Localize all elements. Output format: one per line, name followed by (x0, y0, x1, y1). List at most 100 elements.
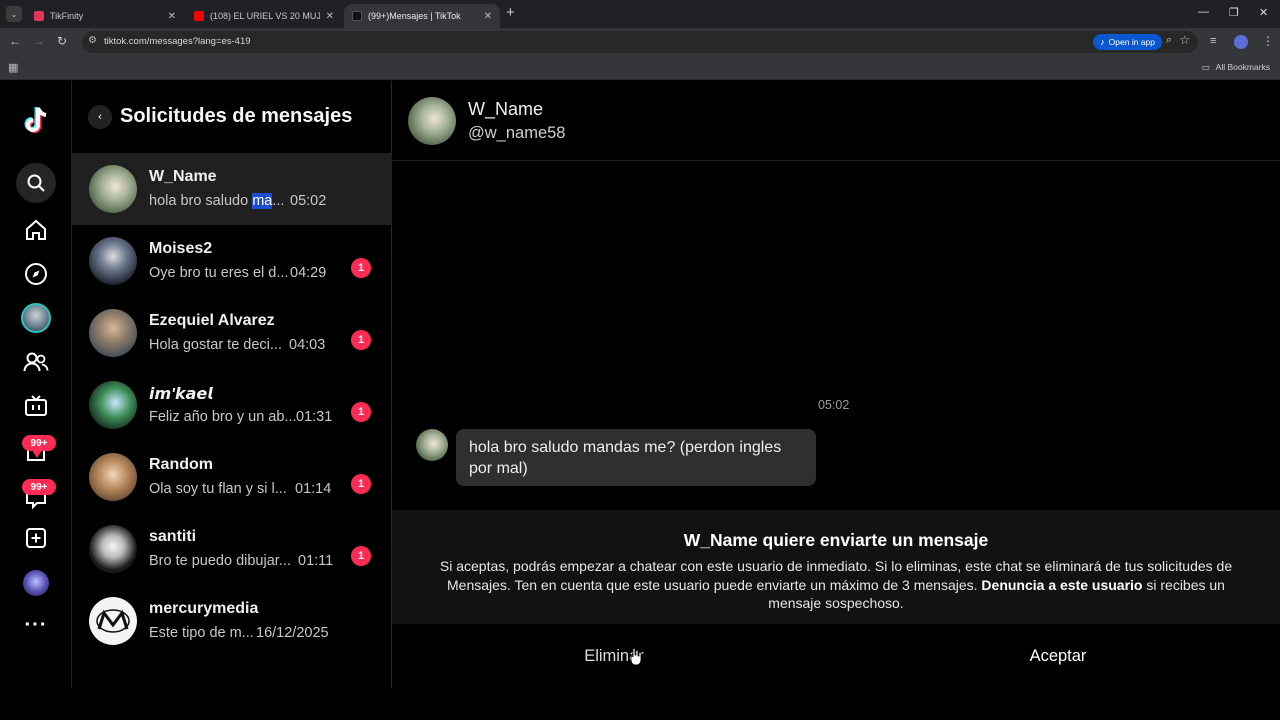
unread-badge: 1 (351, 546, 371, 566)
conversation-name: santiti (149, 528, 197, 545)
open-in-app-label: Open in app (1108, 37, 1155, 47)
mouse-cursor-icon (630, 648, 642, 666)
tab-title: TikFinity (50, 11, 84, 21)
unread-badge: 1 (351, 474, 371, 494)
following-users-icon[interactable] (20, 346, 52, 378)
conversation-item[interactable]: santiti Bro te puedo dibujar... 01:11 1 (72, 513, 392, 585)
restore-icon[interactable]: ❐ (1229, 6, 1239, 19)
request-body: Si aceptas, podrás empezar a chatear con… (422, 557, 1250, 613)
home-icon[interactable] (20, 214, 52, 246)
minimize-icon[interactable]: — (1198, 6, 1209, 18)
chat-username[interactable]: W_Name (468, 99, 543, 120)
back-button[interactable]: ‹ (88, 105, 112, 129)
chat-header: W_Name @w_name58 (392, 81, 1280, 161)
avatar (89, 165, 137, 213)
browser-tab-bar: ⌄ TikFinity ✕ (108) EL URIEL VS 20 MUJER… (0, 0, 1280, 28)
message-requests-panel: ‹ Solicitudes de mensajes W_Name hola br… (72, 81, 392, 688)
tikfinity-favicon-icon (34, 11, 44, 21)
tab-title: (99+)Mensajes | TikTok (368, 11, 461, 21)
list-header: ‹ Solicitudes de mensajes (72, 81, 392, 153)
close-icon[interactable]: ✕ (484, 11, 492, 22)
conversation-item[interactable]: Ezequiel Alvarez Hola gostar te deci... … (72, 297, 392, 369)
tiktok-favicon-icon (352, 11, 362, 21)
reload-icon[interactable]: ↻ (57, 34, 67, 48)
conversation-name: Random (149, 456, 213, 473)
conversation-name: W_Name (149, 168, 217, 185)
conversation-time: 05:02 (290, 193, 327, 209)
mercury-logo-icon (96, 609, 130, 633)
menu-kebab-icon[interactable]: ⋮ (1262, 34, 1274, 48)
site-info-icon[interactable]: ⚙ (88, 35, 97, 46)
url-text[interactable]: tiktok.com/messages?lang=es-419 (104, 36, 251, 47)
avatar[interactable] (416, 429, 448, 461)
conversation-item[interactable]: W_Name hola bro saludo ma... 05:02 (72, 153, 392, 225)
unread-badge: 1 (351, 258, 371, 278)
tab-title: (108) EL URIEL VS 20 MUJERES (210, 11, 320, 21)
avatar (89, 525, 137, 573)
close-window-icon[interactable]: ✕ (1259, 6, 1268, 19)
avatar (89, 381, 137, 429)
conversation-preview: Feliz año bro y un ab... (149, 409, 297, 425)
all-bookmarks-label: All Bookmarks (1215, 62, 1270, 72)
upload-plus-icon[interactable] (20, 522, 52, 554)
back-arrow-icon[interactable]: ← (9, 34, 21, 48)
conversation-item[interactable]: mercurymedia Este tipo de m... 16/12/202… (72, 585, 392, 657)
conversation-time: 01:31 (296, 409, 333, 425)
tab-tiktok-messages[interactable]: (99+)Mensajes | TikTok ✕ (344, 4, 500, 28)
message-bubble: hola bro saludo mandas me? (perdon ingle… (456, 429, 816, 486)
report-user-link[interactable]: Denuncia a este usuario (981, 577, 1142, 593)
unread-badge: 1 (351, 330, 371, 350)
close-icon[interactable]: ✕ (326, 11, 334, 22)
media-controls-icon[interactable]: ≡ (1210, 35, 1216, 47)
avatar (89, 237, 137, 285)
tab-search-button[interactable]: ⌄ (6, 6, 22, 22)
conversation-name: Moises2 (149, 240, 213, 257)
avatar[interactable] (408, 97, 456, 145)
conversation-time: 01:14 (295, 481, 332, 497)
message-request-notice: W_Name quiere enviarte un mensaje Si ace… (392, 510, 1280, 624)
conversation-time: 16/12/2025 (256, 625, 329, 641)
profile-avatar-icon[interactable] (1234, 35, 1248, 49)
apps-grid-icon[interactable]: ▦ (8, 61, 18, 74)
conversation-name: 𝙞𝙢'𝙠𝙖𝙚𝙡 (149, 386, 213, 403)
conversation-preview: Bro te puedo dibujar... (149, 553, 291, 569)
conversation-preview: Oye bro tu eres el d... (149, 265, 289, 281)
preview-text: hola bro saludo (149, 193, 253, 209)
conversation-preview: Ola soy tu flan y si l... (149, 481, 287, 497)
all-bookmarks-button[interactable]: ▭ All Bookmarks (1202, 62, 1270, 73)
conversation-item[interactable]: 𝙞𝙢'𝙠𝙖𝙚𝙡 Feliz año bro y un ab... 01:31 1 (72, 369, 392, 441)
zoom-icon[interactable]: ⌕ (1166, 34, 1172, 47)
omnibox[interactable]: ⚙ tiktok.com/messages?lang=es-419 ♪ Open… (82, 31, 1198, 53)
conversation-preview: hola bro saludo ma... (149, 193, 284, 209)
conversation-time: 01:11 (298, 553, 334, 569)
request-title: W_Name quiere enviarte un mensaje (683, 530, 989, 550)
forward-arrow-icon[interactable]: → (33, 34, 45, 48)
messages-badge: 99+ (22, 479, 56, 495)
profile-avatar-icon[interactable] (20, 302, 52, 334)
chevron-left-icon: ‹ (98, 111, 102, 123)
search-icon[interactable] (16, 163, 56, 203)
open-in-app-button[interactable]: ♪ Open in app (1093, 34, 1162, 50)
youtube-favicon-icon (194, 11, 204, 21)
bookmark-star-icon[interactable]: ☆ (1179, 33, 1190, 47)
conversation-item[interactable]: Random Ola soy tu flan y si l... 01:14 1 (72, 441, 392, 513)
tab-tikfinity[interactable]: TikFinity ✕ (26, 4, 184, 28)
explore-compass-icon[interactable] (20, 258, 52, 290)
unread-badge: 1 (351, 402, 371, 422)
new-tab-button[interactable]: + (506, 4, 515, 21)
accept-button[interactable]: Aceptar (836, 624, 1280, 688)
tiktok-icon: ♪ (1100, 37, 1105, 47)
tiktok-logo-icon[interactable] (20, 105, 52, 137)
chat-handle[interactable]: @w_name58 (468, 124, 565, 143)
more-dots-icon[interactable]: ··· (20, 609, 52, 641)
message-timestamp: 05:02 (818, 398, 850, 412)
tab-youtube[interactable]: (108) EL URIEL VS 20 MUJERES ✕ (186, 4, 342, 28)
live-tv-icon[interactable] (20, 390, 52, 422)
conversation-item[interactable]: Moises2 Oye bro tu eres el d... 04:29 1 (72, 225, 392, 297)
nav-rail: 99+ 99+ ··· (0, 81, 72, 688)
inbox-badge: 99+ (22, 435, 56, 451)
preview-ellipsis: ... (272, 193, 285, 209)
delete-button[interactable]: Eliminar (392, 624, 836, 688)
account-avatar-icon[interactable] (20, 567, 52, 599)
close-icon[interactable]: ✕ (168, 11, 176, 22)
